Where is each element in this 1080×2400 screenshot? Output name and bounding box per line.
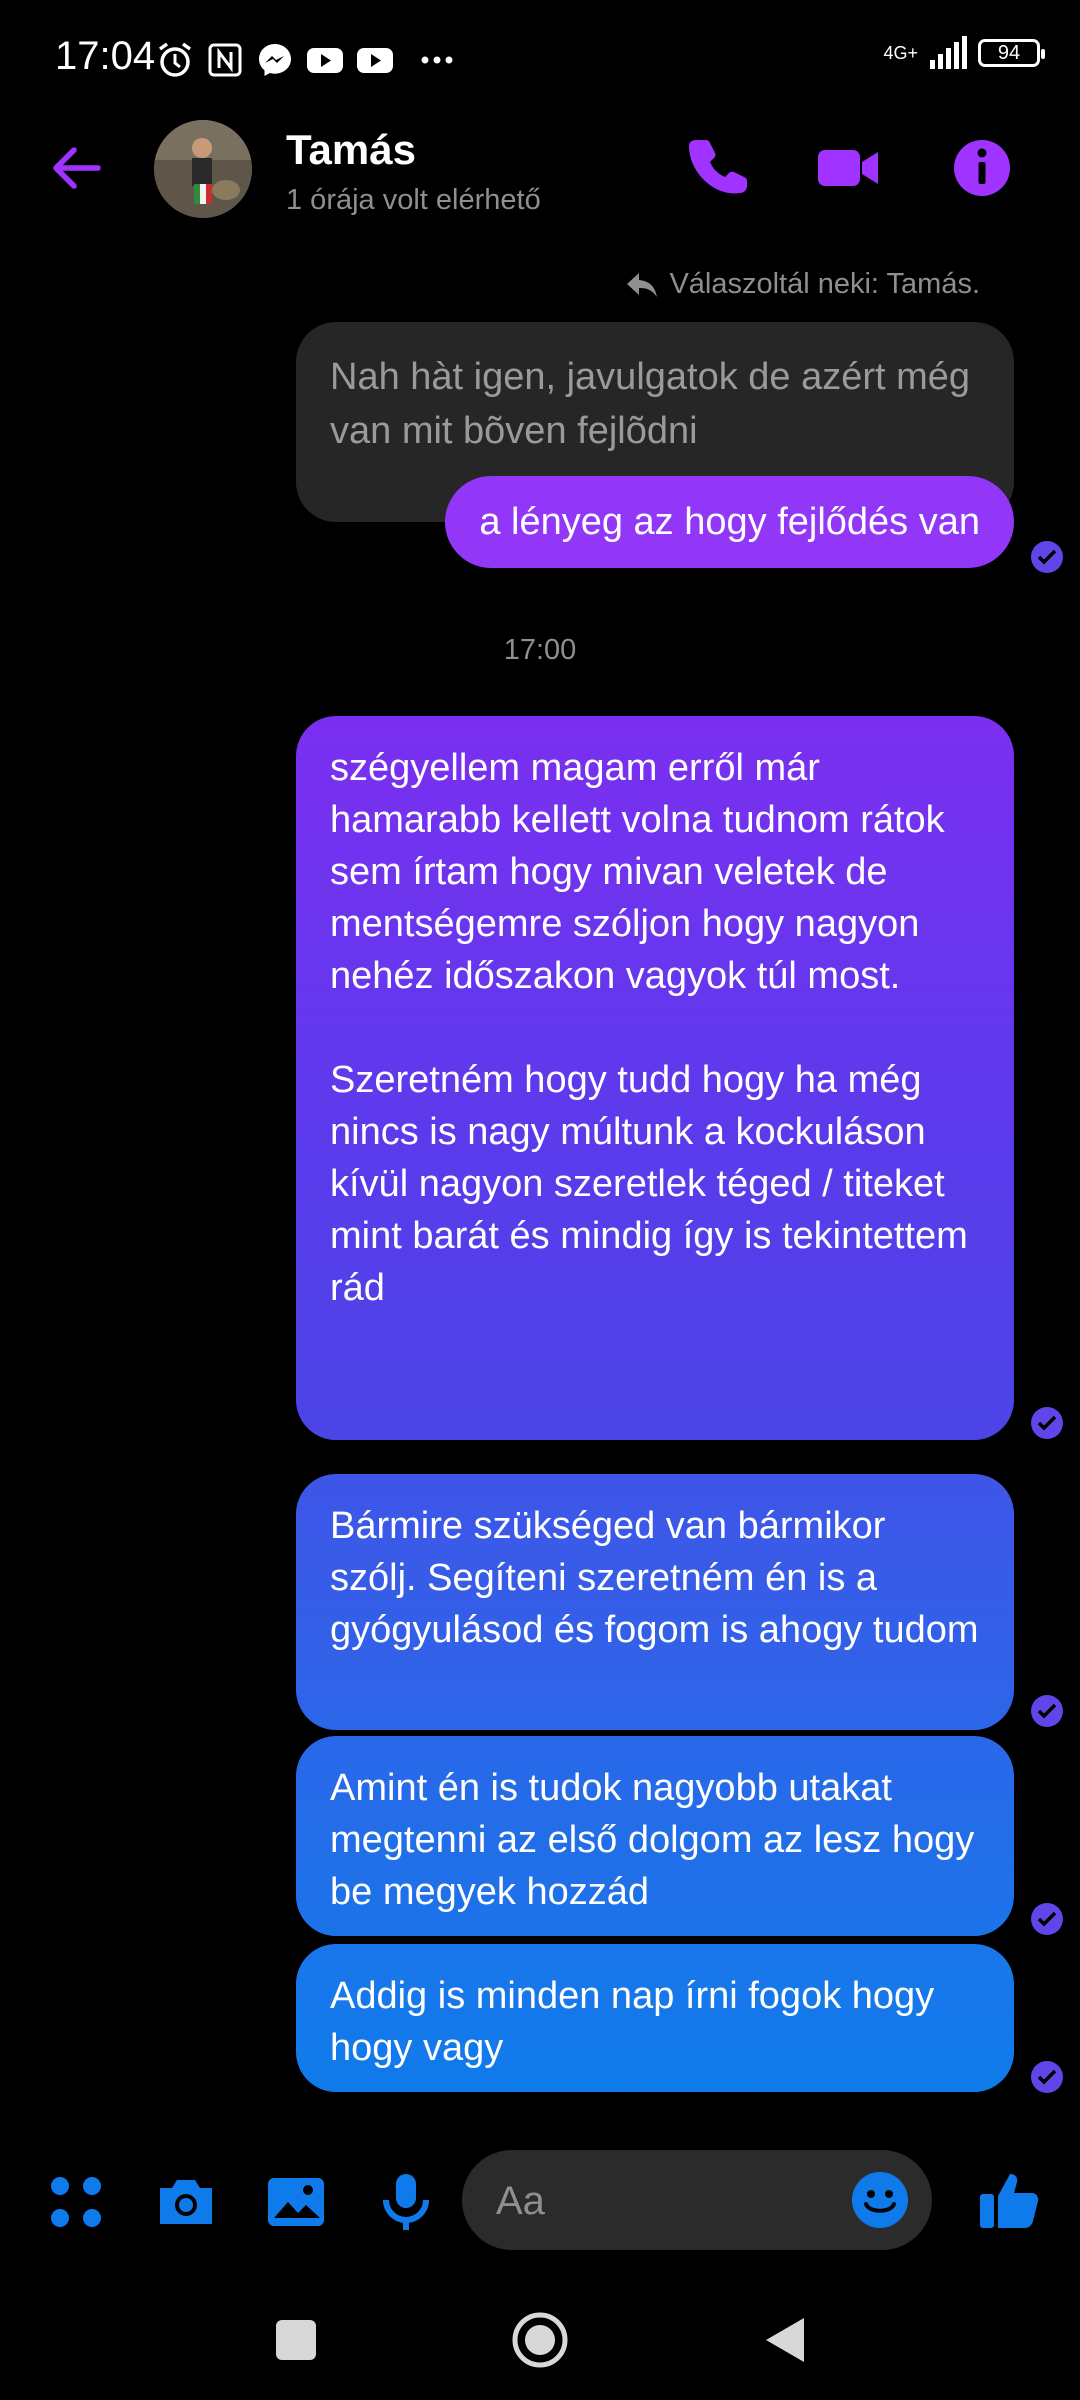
message-composer xyxy=(0,2140,1080,2260)
video-camera-icon[interactable] xyxy=(816,136,880,200)
youtube-icon xyxy=(307,48,343,73)
reply-arrow-icon xyxy=(627,272,658,297)
youtube-icon xyxy=(357,48,393,73)
messenger-chat-screen: 17:04 4G+ 94 Tamás 1 órája volt elérhető… xyxy=(0,0,1080,2400)
seen-check-icon xyxy=(1031,541,1063,573)
signal-icon xyxy=(930,36,967,69)
more-dots-icon xyxy=(421,56,453,64)
back-icon[interactable] xyxy=(756,2310,816,2370)
message-bubble[interactable]: szégyellem magam erről már hamarabb kell… xyxy=(296,716,1014,1440)
message-bubble[interactable]: Amint én is tudok nagyobb utakat megtenn… xyxy=(296,1736,1014,1936)
microphone-icon[interactable] xyxy=(374,2170,438,2234)
battery-indicator: 94 xyxy=(978,39,1045,67)
reply-note: Válaszoltál neki: Tamás. xyxy=(625,268,980,301)
chat-header: Tamás 1 órája volt elérhető xyxy=(0,120,1080,260)
message-bubble[interactable]: Addig is minden nap írni fogok hogy hogy… xyxy=(296,1944,1014,2092)
message-input[interactable] xyxy=(494,2150,828,2252)
apps-grid-icon[interactable] xyxy=(44,2170,108,2234)
home-icon[interactable] xyxy=(510,2310,570,2370)
reply-note-text: Válaszoltál neki: Tamás. xyxy=(669,268,980,300)
alarm-icon xyxy=(158,42,192,77)
system-nav-bar xyxy=(0,2280,1080,2400)
camera-icon[interactable] xyxy=(154,2170,218,2234)
back-arrow-icon[interactable] xyxy=(48,140,104,196)
gallery-icon[interactable] xyxy=(264,2170,328,2234)
contact-name[interactable]: Tamás xyxy=(286,126,416,174)
seen-check-icon xyxy=(1031,1695,1063,1727)
timestamp: 17:00 xyxy=(503,634,577,666)
message-bubble[interactable]: a lényeg az hogy fejlődés van xyxy=(445,476,1014,568)
message-input-box xyxy=(462,2150,932,2252)
status-right: 4G+ 94 xyxy=(883,36,1045,70)
messenger-icon xyxy=(259,44,291,76)
seen-check-icon xyxy=(1031,2061,1063,2093)
phone-icon[interactable] xyxy=(686,136,750,200)
emoji-icon[interactable] xyxy=(850,2170,910,2230)
seen-check-icon xyxy=(1031,1407,1063,1439)
thumbs-up-icon[interactable] xyxy=(976,2166,1044,2234)
recent-apps-icon[interactable] xyxy=(266,2310,326,2370)
status-time: 17:04 xyxy=(55,34,156,78)
nfc-icon xyxy=(208,43,242,77)
contact-status: 1 órája volt elérhető xyxy=(286,184,541,216)
status-icons xyxy=(155,40,457,80)
network-type: 4G+ xyxy=(883,43,918,63)
avatar-image xyxy=(154,120,252,218)
avatar[interactable] xyxy=(154,120,252,218)
status-bar: 17:04 4G+ 94 xyxy=(0,0,1080,120)
seen-check-icon xyxy=(1031,1903,1063,1935)
info-icon[interactable] xyxy=(950,136,1014,200)
message-bubble[interactable]: Bármire szükséged van bármikor szólj. Se… xyxy=(296,1474,1014,1730)
